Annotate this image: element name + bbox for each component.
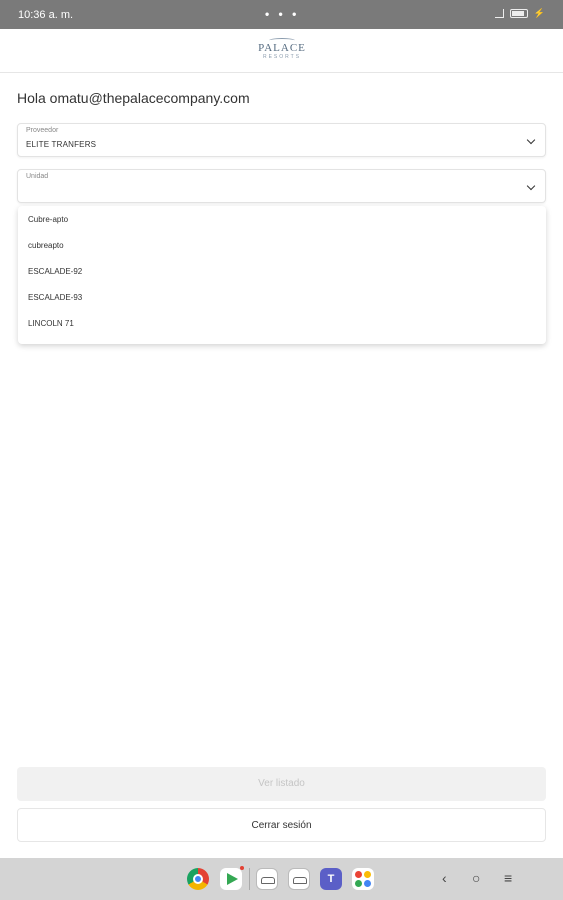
- status-bar: 10:36 a. m. • • • ⚡: [0, 0, 563, 29]
- battery-icon: [509, 9, 528, 18]
- cerrar-sesion-button[interactable]: Cerrar sesión: [17, 808, 546, 842]
- dropdown-option[interactable]: LINCOLN 71: [28, 319, 74, 328]
- signal-icon: [494, 9, 504, 18]
- ver-listado-button[interactable]: Ver listado: [17, 767, 546, 801]
- dropdown-option[interactable]: ESCALADE-92: [28, 267, 82, 276]
- dock-divider: [249, 868, 250, 890]
- unidad-label: Unidad: [26, 173, 49, 180]
- unidad-dropdown-list: Cubre-apto cubreapto ESCALADE-92 ESCALAD…: [18, 206, 546, 344]
- chrome-icon[interactable]: [187, 868, 209, 890]
- unidad-select[interactable]: Unidad: [17, 169, 546, 203]
- car-app-icon[interactable]: [256, 868, 278, 890]
- proveedor-select[interactable]: Proveedor ELITE TRANFERS: [17, 123, 546, 157]
- chevron-down-icon: [526, 135, 536, 145]
- car-app-icon[interactable]: [288, 868, 310, 890]
- notification-dot: [240, 866, 244, 870]
- proveedor-value: ELITE TRANFERS: [26, 140, 97, 149]
- logo-sub-text: RESORTS: [262, 54, 302, 60]
- greeting-text: Hola omatu@thepalacecompany.com: [17, 90, 250, 106]
- dropdown-option[interactable]: cubreapto: [28, 241, 64, 250]
- home-icon[interactable]: ○: [472, 870, 480, 886]
- logo-main-text: PALACE: [258, 42, 306, 54]
- apps-icon[interactable]: [352, 868, 374, 890]
- dropdown-option[interactable]: ESCALADE-93: [28, 293, 82, 302]
- play-store-icon[interactable]: [220, 868, 242, 890]
- status-time: 10:36 a. m.: [18, 9, 74, 21]
- dropdown-option[interactable]: Cubre-apto: [28, 215, 68, 224]
- chevron-down-icon: [526, 181, 536, 191]
- proveedor-label: Proveedor: [26, 127, 59, 134]
- status-dots: • • •: [265, 7, 300, 21]
- app-header: PALACE RESORTS: [0, 29, 563, 73]
- teams-icon[interactable]: T: [320, 868, 342, 890]
- recents-icon[interactable]: ≡: [504, 870, 512, 886]
- status-icons: ⚡: [494, 8, 545, 19]
- palace-resorts-logo: PALACE RESORTS: [254, 38, 310, 61]
- charging-icon: ⚡: [533, 8, 545, 18]
- back-icon[interactable]: ‹: [442, 870, 447, 886]
